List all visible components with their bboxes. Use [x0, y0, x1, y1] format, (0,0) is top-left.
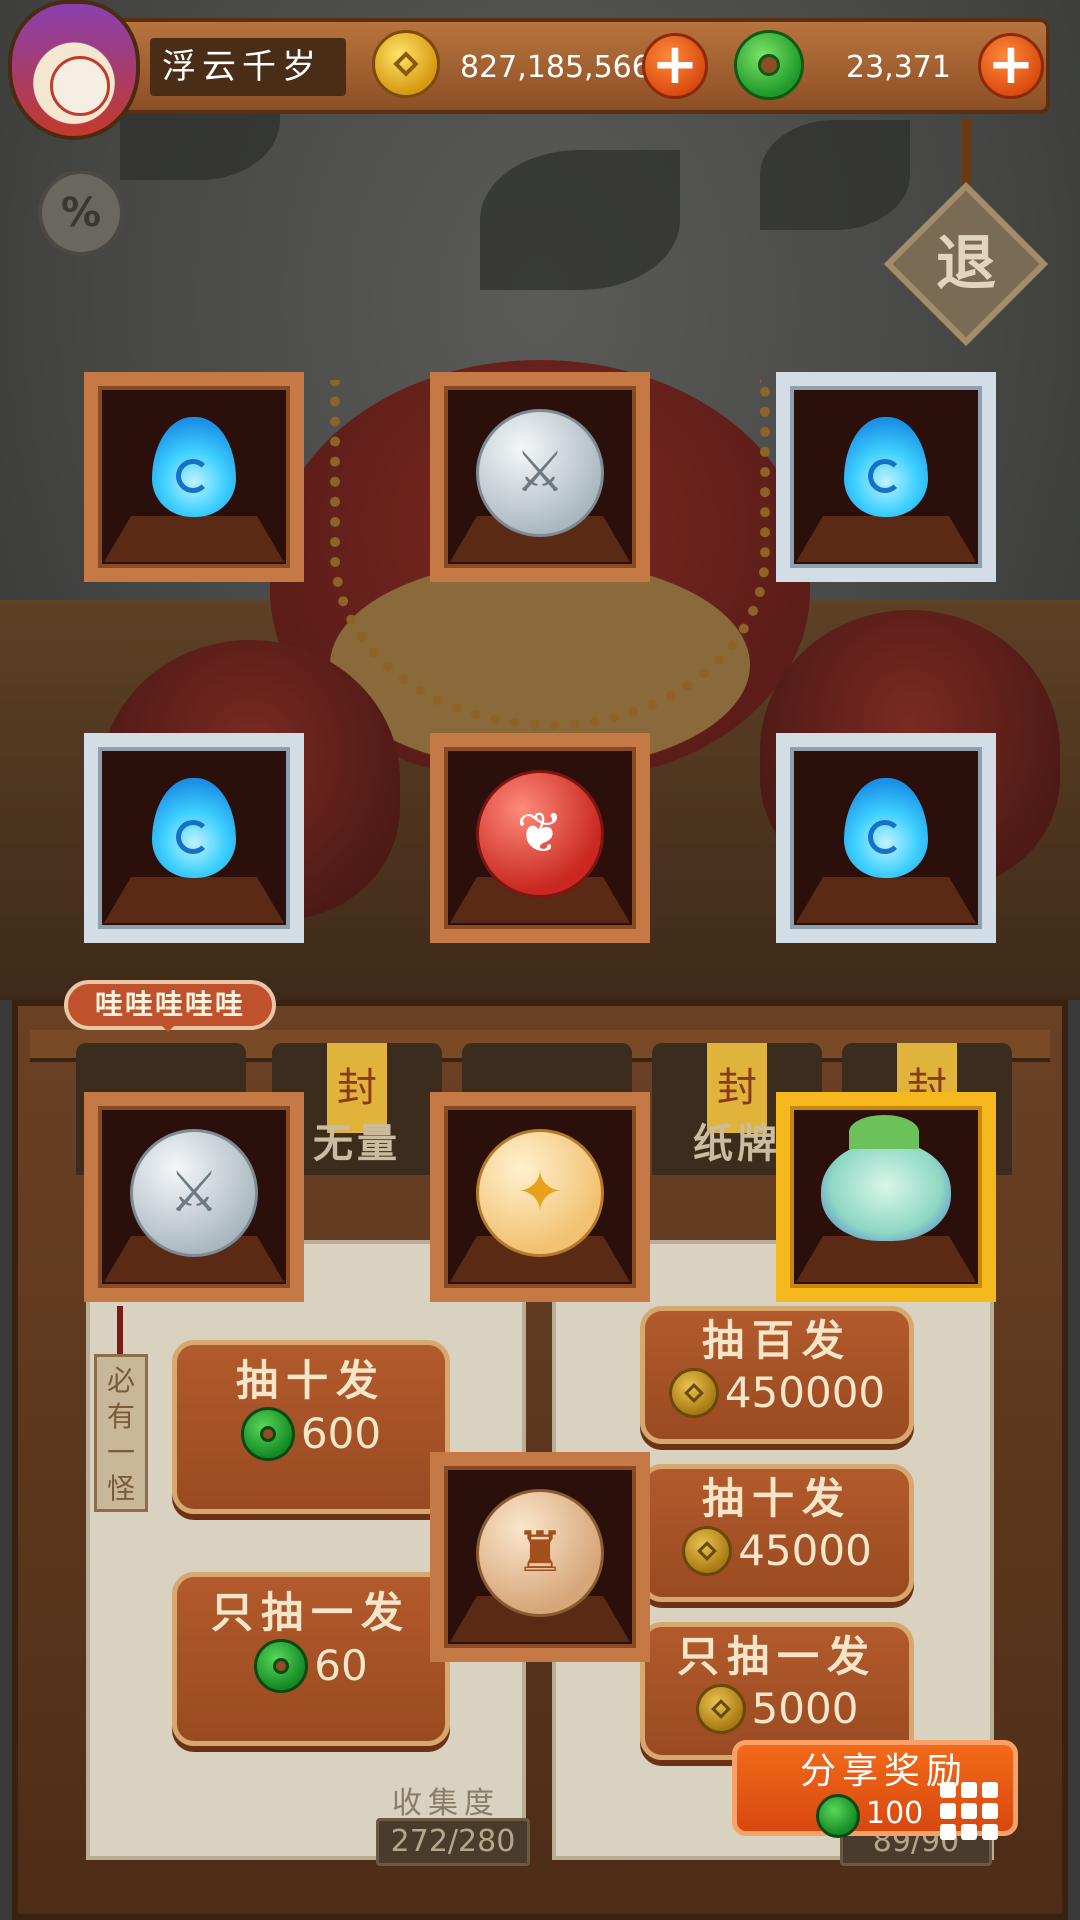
cost-value: 450000 [724, 1368, 886, 1417]
cost-value: 60 [314, 1641, 368, 1690]
gold-coin-icon [372, 30, 440, 98]
cost-value: 5000 [751, 1684, 859, 1733]
plus-icon: + [651, 32, 699, 97]
draw-cost: 45000 [645, 1525, 909, 1577]
grid-menu-icon[interactable] [940, 1782, 998, 1840]
reward-slot-8: ✦ [430, 1092, 650, 1302]
hang-tag: 必有一怪 [94, 1354, 148, 1512]
draw-cost: 60 [177, 1639, 445, 1693]
reward-slot-9 [776, 1092, 996, 1302]
add-jade-button[interactable]: + [978, 33, 1044, 99]
coin-count: 827,185,566 [460, 50, 651, 85]
background-leaf [760, 120, 910, 230]
jade-count: 23,371 [846, 50, 951, 85]
sword-orb-icon: ⚔ [476, 409, 604, 537]
speech-bubble: 哇哇哇哇哇 [64, 980, 276, 1032]
help-button[interactable]: % [38, 170, 124, 256]
blue-flame-icon [152, 778, 236, 878]
draw-title: 只抽一发 [676, 1632, 877, 1681]
draw-title: 抽百发 [701, 1316, 852, 1365]
tag-string [117, 1306, 123, 1358]
coin-icon [668, 1368, 719, 1418]
jade-icon [240, 1407, 295, 1461]
draw-cost: 600 [177, 1407, 445, 1461]
reward-slot-5: ❦ [430, 733, 650, 943]
exit-label[interactable]: 退 [908, 206, 1024, 322]
jester-mask-icon [50, 56, 110, 116]
jade-icon [254, 1639, 309, 1693]
add-coins-button[interactable]: + [642, 33, 708, 99]
reward-slot-4 [84, 733, 304, 943]
leaf-sprite-icon [821, 1115, 951, 1241]
blue-flame-icon [844, 778, 928, 878]
red-emblem-orb-icon: ❦ [476, 770, 604, 898]
draw-title: 抽十发 [235, 1356, 386, 1405]
coin-icon [695, 1684, 746, 1734]
lantern-orb-icon: ♜ [476, 1489, 604, 1617]
coin-icon [682, 1526, 733, 1576]
hang-tag-text: 必有一怪 [106, 1364, 135, 1505]
draw-hundred-coin-button[interactable]: 抽百发 450000 [640, 1306, 914, 1444]
reward-slot-2: ⚔ [430, 372, 650, 582]
draw-cost: 5000 [645, 1683, 909, 1735]
jade-coin-icon [734, 30, 804, 100]
jade-icon [816, 1794, 860, 1838]
reward-slot-3 [776, 372, 996, 582]
cost-value: 600 [300, 1409, 382, 1458]
draw-one-jade-button[interactable]: 只抽一发 60 [172, 1572, 450, 1746]
cost-value: 45000 [738, 1526, 872, 1575]
blue-flame-icon [844, 417, 928, 517]
collection-progress: 272/280 [376, 1818, 530, 1866]
plus-icon: + [987, 32, 1035, 97]
reward-slot-7: ⚔ [84, 1092, 304, 1302]
player-avatar[interactable] [8, 0, 140, 140]
draw-ten-jade-button[interactable]: 抽十发 600 [172, 1340, 450, 1514]
player-name: 浮云千岁 [162, 47, 322, 87]
draw-title: 只抽一发 [210, 1588, 411, 1637]
share-reward-amount: 100 [866, 1796, 924, 1831]
draw-title: 抽十发 [701, 1474, 852, 1523]
draw-ten-coin-button[interactable]: 抽十发 45000 [640, 1464, 914, 1602]
collection-label: 收集度 [392, 1786, 500, 1821]
blue-flame-icon [152, 417, 236, 517]
draw-cost: 450000 [645, 1367, 909, 1419]
background-leaf [480, 150, 680, 290]
percent-icon: % [60, 190, 102, 236]
sword-orb-icon: ⚔ [130, 1129, 258, 1257]
reward-slot-6 [776, 733, 996, 943]
reward-slot-1 [84, 372, 304, 582]
reward-slot-10: ♜ [430, 1452, 650, 1662]
gold-emblem-orb-icon: ✦ [476, 1129, 604, 1257]
